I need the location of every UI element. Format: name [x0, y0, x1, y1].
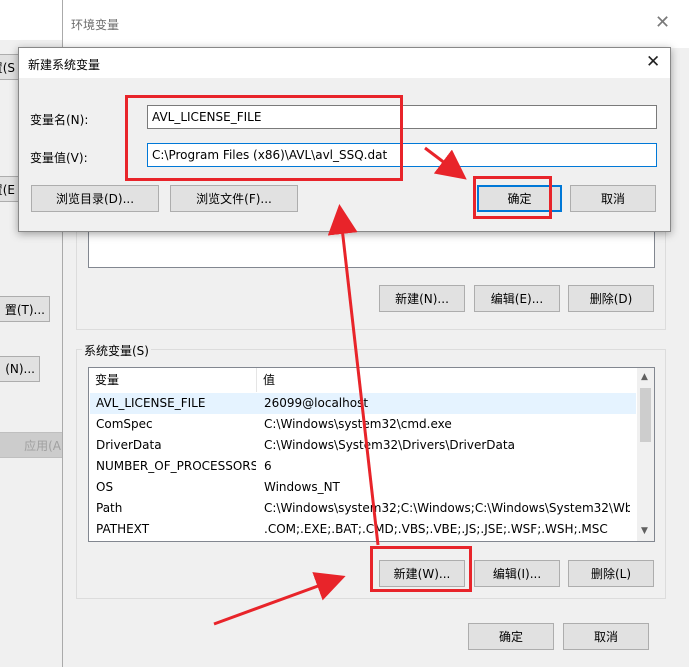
scroll-down-icon[interactable]: ▼ — [641, 526, 648, 536]
background-button-e[interactable]: 置(E — [0, 176, 20, 202]
env-cancel-button[interactable]: 取消 — [563, 623, 649, 650]
row-variable-name: ComSpec — [96, 417, 153, 431]
row-variable-name: DriverData — [96, 438, 162, 452]
system-edit-button[interactable]: 编辑(I)... — [474, 560, 560, 587]
close-icon[interactable]: ✕ — [655, 12, 670, 33]
variable-name-label: 变量名(N): — [30, 113, 89, 127]
dialog-titlebar — [19, 48, 670, 78]
dialog-ok-button[interactable]: 确定 — [477, 185, 562, 212]
browse-directory-button[interactable]: 浏览目录(D)... — [31, 185, 159, 212]
background-button-t[interactable]: 置(T)... — [0, 296, 50, 322]
variable-name-input[interactable]: AVL_LICENSE_FILE — [147, 105, 657, 129]
system-variables-label: 系统变量(S) — [82, 342, 151, 359]
row-variable-value: C:\Windows\system32\cmd.exe — [264, 417, 452, 431]
row-variable-value: 6 — [264, 459, 272, 473]
row-variable-name: AVL_LICENSE_FILE — [96, 396, 206, 410]
env-window-titlebar — [63, 0, 689, 48]
vertical-scrollbar[interactable]: ▲ ▼ — [637, 368, 654, 541]
row-variable-value: C:\Windows\System32\Drivers\DriverData — [264, 438, 515, 452]
variable-value-label: 变量值(V): — [30, 151, 88, 165]
table-row[interactable]: PATHEXT .COM;.EXE;.BAT;.CMD;.VBS;.VBE;.J… — [90, 519, 636, 540]
table-row[interactable]: OS Windows_NT — [90, 477, 636, 498]
table-row[interactable]: NUMBER_OF_PROCESSORS 6 — [90, 456, 636, 477]
close-icon[interactable]: ✕ — [646, 52, 660, 72]
scroll-up-icon[interactable]: ▲ — [641, 372, 648, 382]
user-edit-button[interactable]: 编辑(E)... — [474, 285, 560, 312]
background-button-s[interactable]: 置(S — [0, 54, 20, 80]
table-row[interactable]: Path C:\Windows\system32;C:\Windows;C:\W… — [90, 498, 636, 519]
row-variable-value: C:\Windows\system32;C:\Windows;C:\Window… — [264, 501, 630, 515]
row-variable-value: .COM;.EXE;.BAT;.CMD;.VBS;.VBE;.JS;.JSE;.… — [264, 522, 608, 536]
row-variable-name: OS — [96, 480, 114, 494]
user-new-button[interactable]: 新建(N)... — [379, 285, 465, 312]
system-new-button[interactable]: 新建(W)... — [379, 560, 465, 587]
row-variable-name: Path — [96, 501, 123, 515]
background-window-header — [0, 0, 64, 40]
user-delete-button[interactable]: 删除(D) — [568, 285, 654, 312]
column-header-value[interactable]: 值 — [257, 368, 637, 392]
system-variables-list[interactable]: 变量 值 AVL_LICENSE_FILE 26099@localhost Co… — [88, 367, 655, 542]
row-variable-value: Windows_NT — [264, 480, 340, 494]
variable-value-input[interactable]: C:\Program Files (x86)\AVL\avl_SSQ.dat — [147, 143, 657, 167]
env-ok-button[interactable]: 确定 — [468, 623, 554, 650]
table-row[interactable]: DriverData C:\Windows\System32\Drivers\D… — [90, 435, 636, 456]
dialog-title: 新建系统变量 — [28, 58, 101, 72]
row-variable-name: NUMBER_OF_PROCESSORS — [96, 459, 256, 473]
system-delete-button[interactable]: 删除(L) — [568, 560, 654, 587]
scrollbar-thumb[interactable] — [640, 388, 651, 442]
browse-file-button[interactable]: 浏览文件(F)... — [170, 185, 298, 212]
env-window-title: 环境变量 — [71, 18, 120, 32]
user-variables-list[interactable] — [88, 228, 655, 268]
row-variable-name: PATHEXT — [96, 522, 150, 536]
dialog-cancel-button[interactable]: 取消 — [570, 185, 656, 212]
row-variable-value: 26099@localhost — [264, 396, 369, 410]
column-header-variable[interactable]: 变量 — [89, 368, 257, 392]
table-row[interactable]: ComSpec C:\Windows\system32\cmd.exe — [90, 414, 636, 435]
background-button-n[interactable]: (N)... — [0, 356, 40, 382]
table-row[interactable]: AVL_LICENSE_FILE 26099@localhost — [90, 393, 636, 414]
background-apply-button[interactable]: 应用(A — [0, 432, 66, 458]
